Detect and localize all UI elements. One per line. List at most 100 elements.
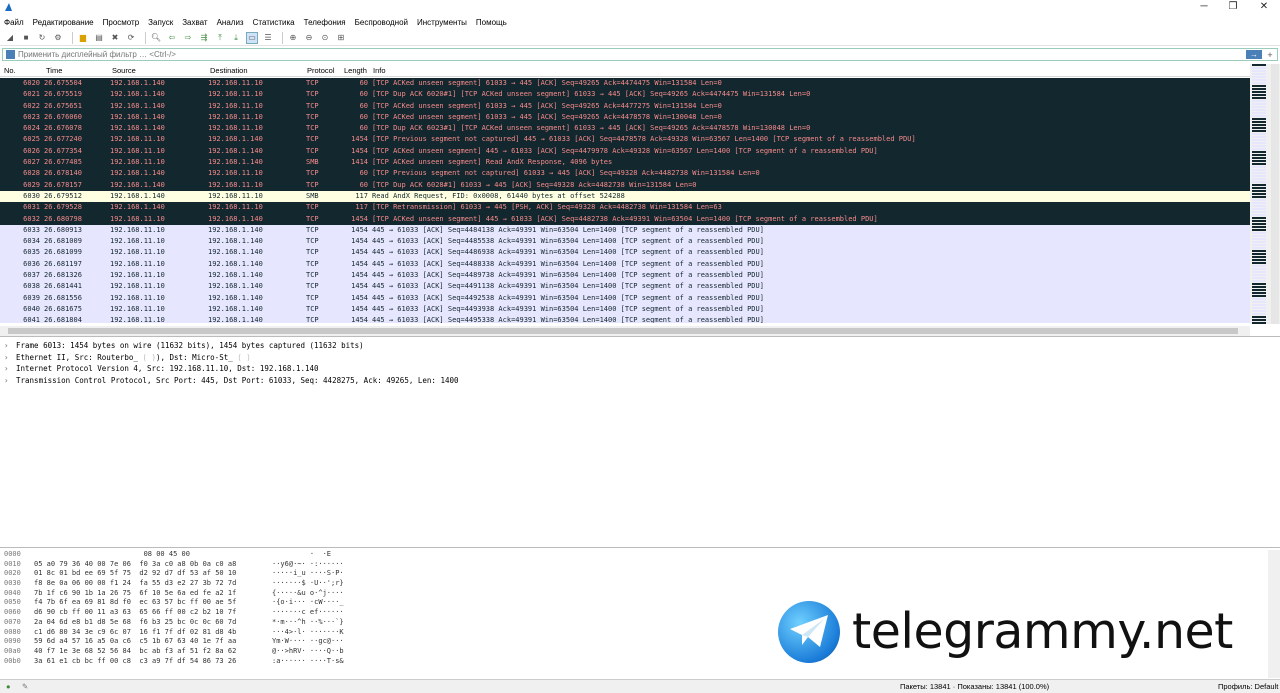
packet-row[interactable]: 6031 26.679528 192.168.1.140 192.168.11.10 T…: [0, 202, 1250, 214]
go-to-packet-icon[interactable]: ⇶: [198, 32, 210, 44]
minimap-stripe: [1252, 169, 1266, 171]
menu-go[interactable]: Запуск: [148, 18, 173, 27]
packet-row[interactable]: 6030 26.679512 192.168.1.140 192.168.11.10 S…: [0, 190, 1250, 203]
packet-cell-dst: 192.168.1.140: [208, 214, 263, 223]
expand-arrow-icon[interactable]: ›: [4, 352, 16, 364]
go-back-icon[interactable]: ⇦: [166, 32, 178, 44]
packet-row[interactable]: 6035 26.681099 192.168.11.10 192.168.1.140 T…: [0, 247, 1250, 259]
packet-list-minimap-scrollbar[interactable]: [1250, 64, 1280, 324]
minimap-stripe: [1252, 88, 1266, 90]
edit-comment-icon[interactable]: ✎: [22, 682, 28, 691]
packet-row[interactable]: 6032 26.680798 192.168.11.10 192.168.1.140 T…: [0, 213, 1250, 225]
packet-row[interactable]: 6036 26.681197 192.168.11.10 192.168.1.140 T…: [0, 258, 1250, 271]
zoom-out-icon[interactable]: ⊖: [303, 32, 315, 44]
apply-filter-arrow-icon[interactable]: →: [1246, 50, 1262, 59]
reload-file-icon[interactable]: ⟳: [125, 32, 137, 44]
zoom-normal-icon[interactable]: ⊙: [319, 32, 331, 44]
minimap-stripe: [1252, 262, 1266, 264]
display-filter-input[interactable]: [18, 49, 1246, 60]
detail-text: Ethernet II, Src: Routerbo_: [16, 352, 138, 362]
packet-row[interactable]: 6028 26.678140 192.168.1.140 192.168.11.10 T…: [0, 168, 1250, 180]
menu-analyze[interactable]: Анализ: [217, 18, 244, 27]
packet-cell-proto: TCP: [306, 203, 319, 212]
open-file-icon[interactable]: ▆: [77, 32, 89, 44]
column-header-source[interactable]: Source: [112, 66, 136, 75]
packet-row[interactable]: 6029 26.678157 192.168.1.140 192.168.11.10 T…: [0, 179, 1250, 191]
packet-row[interactable]: 6023 26.676060 192.168.1.140 192.168.11.10 T…: [0, 111, 1250, 124]
profile-label[interactable]: Профиль: Default: [1218, 682, 1278, 691]
maximize-button[interactable]: ❐: [1219, 0, 1247, 14]
packet-cell-no: 6026: [23, 146, 40, 155]
packet-row[interactable]: 6034 26.681009 192.168.11.10 192.168.1.140 T…: [0, 236, 1250, 248]
detail-row-tcp[interactable]: › Transmission Control Protocol, Src Port…: [0, 375, 1280, 387]
packet-row[interactable]: 6040 26.681675 192.168.11.10 192.168.1.140 T…: [0, 303, 1250, 316]
packet-cell-src: 192.168.1.140: [110, 90, 165, 99]
menu-file[interactable]: Файл: [4, 18, 24, 27]
resize-columns-icon[interactable]: ⊞: [335, 32, 347, 44]
packet-row[interactable]: 6039 26.681556 192.168.11.10 192.168.1.140 T…: [0, 292, 1250, 304]
restart-capture-icon[interactable]: ↻: [36, 32, 48, 44]
packet-row[interactable]: 6041 26.681804 192.168.11.10 192.168.1.140 T…: [0, 315, 1250, 323]
packet-cell-src: 192.168.1.140: [110, 79, 165, 87]
bytes-off: 0000: [4, 550, 21, 558]
autoscroll-icon[interactable]: ▭: [246, 31, 258, 44]
bytes-hex: 2a 04 6d e8 b1 d8 5e 68 f6 b3 25 bc 0c 0…: [34, 617, 237, 626]
detail-row-ethernet[interactable]: › Ethernet II, Src: Routerbo_ ( )), Dst: …: [0, 352, 1280, 364]
column-header-info[interactable]: Info: [373, 66, 386, 75]
close-button[interactable]: ✕: [1250, 0, 1278, 14]
detail-row-frame[interactable]: › Frame 6013: 1454 bytes on wire (11632 b…: [0, 340, 1280, 352]
save-file-icon[interactable]: ▤: [93, 32, 105, 44]
packet-row[interactable]: 6022 26.675651 192.168.1.140 192.168.11.10 T…: [0, 100, 1250, 112]
menu-tools[interactable]: Инструменты: [417, 18, 467, 27]
colorize-icon[interactable]: ☰: [262, 32, 274, 44]
packet-row[interactable]: 6037 26.681326 192.168.11.10 192.168.1.140 T…: [0, 270, 1250, 282]
detail-row-ip[interactable]: › Internet Protocol Version 4, Src: 192.1…: [0, 363, 1280, 375]
toolbar-separator: [145, 31, 146, 44]
packet-row[interactable]: 6025 26.677240 192.168.11.10 192.168.1.140 T…: [0, 134, 1250, 146]
capture-options-icon[interactable]: ⚙: [52, 32, 64, 44]
telegram-logo-icon: [778, 601, 840, 663]
packet-list-hscrollbar[interactable]: [0, 326, 1250, 336]
packet-row[interactable]: 6038 26.681441 192.168.11.10 192.168.1.140 T…: [0, 281, 1250, 293]
expand-arrow-icon[interactable]: ›: [4, 363, 16, 375]
menu-wireless[interactable]: Беспроводной: [355, 18, 408, 27]
filter-bookmark-icon[interactable]: [6, 50, 15, 59]
add-filter-button-icon[interactable]: +: [1265, 50, 1275, 60]
column-header-time[interactable]: Time: [46, 66, 62, 75]
packet-row[interactable]: 6033 26.680913 192.168.11.10 192.168.1.140 T…: [0, 224, 1250, 237]
packet-cell-no: 6038: [23, 282, 40, 291]
start-capture-icon[interactable]: ◢: [4, 32, 16, 44]
menu-statistics[interactable]: Статистика: [253, 18, 295, 27]
menu-capture[interactable]: Захват: [182, 18, 207, 27]
find-packet-icon[interactable]: 🔍︎: [150, 32, 162, 44]
scrollbar-track[interactable]: [1271, 64, 1279, 324]
packet-cell-src: 192.168.1.140: [110, 169, 165, 178]
column-header-destination[interactable]: Destination: [210, 66, 248, 75]
packet-row[interactable]: 6024 26.676078 192.168.1.140 192.168.11.10 T…: [0, 123, 1250, 135]
expand-arrow-icon[interactable]: ›: [4, 375, 16, 387]
packet-row[interactable]: 6026 26.677354 192.168.11.10 192.168.1.140 T…: [0, 145, 1250, 158]
close-file-icon[interactable]: ✖: [109, 32, 121, 44]
expand-arrow-icon[interactable]: ›: [4, 340, 16, 352]
packet-row[interactable]: 6020 26.675504 192.168.1.140 192.168.11.10 T…: [0, 78, 1250, 90]
menu-edit[interactable]: Редактирование: [33, 18, 94, 27]
packet-cell-no: 6041: [23, 316, 40, 323]
go-forward-icon[interactable]: ⇨: [182, 32, 194, 44]
packet-row[interactable]: 6027 26.677485 192.168.11.10 192.168.1.140 S…: [0, 157, 1250, 169]
packet-row[interactable]: 6021 26.675519 192.168.1.140 192.168.11.10 T…: [0, 89, 1250, 101]
go-first-icon[interactable]: ⤒: [214, 32, 226, 44]
column-header-no[interactable]: No.: [4, 66, 16, 75]
menu-view[interactable]: Просмотр: [103, 18, 140, 27]
packet-cell-dst: 192.168.1.140: [208, 146, 263, 155]
go-last-icon[interactable]: ⤓: [230, 32, 242, 44]
column-header-protocol[interactable]: Protocol: [307, 66, 335, 75]
column-header-length[interactable]: Length: [344, 66, 367, 75]
packet-cell-proto: TCP: [306, 282, 319, 291]
menu-telephony[interactable]: Телефония: [304, 18, 346, 27]
minimize-button[interactable]: ─: [1190, 0, 1218, 14]
zoom-in-icon[interactable]: ⊕: [287, 32, 299, 44]
stop-capture-icon[interactable]: ■: [20, 32, 32, 44]
hscrollbar-thumb[interactable]: [8, 328, 1238, 334]
menu-help[interactable]: Помощь: [476, 18, 507, 27]
packet-cell-proto: TCP: [306, 79, 319, 87]
